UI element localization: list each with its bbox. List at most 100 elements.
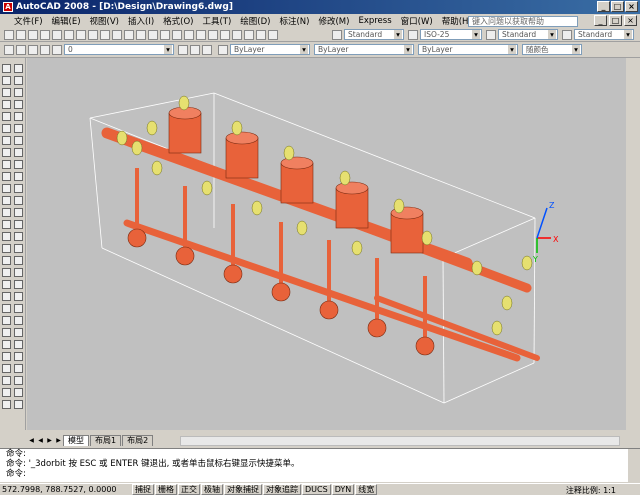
otrack-toggle[interactable]: 对象追踪	[263, 484, 301, 495]
polyline-icon[interactable]	[2, 88, 11, 97]
save-icon[interactable]	[28, 29, 38, 40]
markup-icon[interactable]	[244, 29, 254, 40]
make-current-layer-icon[interactable]	[178, 44, 188, 55]
copy-object-icon[interactable]	[14, 76, 23, 85]
tool-palettes-icon[interactable]	[220, 29, 230, 40]
erase-icon[interactable]	[14, 64, 23, 73]
chamfer-icon[interactable]	[14, 220, 23, 229]
horizontal-scrollbar[interactable]	[180, 436, 620, 446]
tab-model[interactable]: 模型	[63, 435, 89, 446]
osnap-endpoint-icon[interactable]	[2, 316, 11, 325]
break-icon[interactable]	[14, 196, 23, 205]
zoom-window-icon[interactable]	[172, 29, 182, 40]
autocad-app-icon[interactable]: A	[3, 2, 13, 12]
trim-icon[interactable]	[14, 172, 23, 181]
make-block-icon[interactable]	[2, 208, 11, 217]
join-icon[interactable]	[14, 208, 23, 217]
menu-view[interactable]: 视图(V)	[90, 15, 119, 27]
match-properties-icon[interactable]	[112, 29, 122, 40]
intersect-icon[interactable]	[14, 376, 23, 385]
subtract-icon[interactable]	[14, 364, 23, 373]
preview-icon[interactable]	[52, 29, 62, 40]
doc-minimize-button[interactable]: _	[594, 15, 607, 26]
layer-color-icon[interactable]	[52, 44, 62, 55]
circle-icon[interactable]	[2, 136, 11, 145]
tab-prev-arrow-icon[interactable]: ◀	[36, 436, 45, 446]
help-icon[interactable]	[268, 29, 278, 40]
extend-icon[interactable]	[14, 184, 23, 193]
layer-lock-icon[interactable]	[40, 44, 50, 55]
ellipse-icon[interactable]	[2, 172, 11, 181]
spline-icon[interactable]	[2, 160, 11, 169]
menu-file[interactable]: 文件(F)	[14, 15, 43, 27]
snap-toggle[interactable]: 捕捉	[132, 484, 154, 495]
zoom-realtime-icon[interactable]	[160, 29, 170, 40]
copy-icon[interactable]	[88, 29, 98, 40]
lineweight-toggle[interactable]: 线宽	[355, 484, 378, 495]
union-icon[interactable]	[14, 352, 23, 361]
linetype-select[interactable]: ByLayer	[314, 44, 414, 55]
scale-icon[interactable]	[14, 148, 23, 157]
explode-icon[interactable]	[14, 244, 23, 253]
insert-block-icon[interactable]	[2, 196, 11, 205]
menu-tools[interactable]: 工具(T)	[202, 15, 231, 27]
osnap-center-icon[interactable]	[2, 340, 11, 349]
tab-last-arrow-icon[interactable]: ▶	[54, 436, 63, 446]
ducs-toggle[interactable]: DUCS	[302, 484, 331, 495]
layer-sun-icon[interactable]	[28, 44, 38, 55]
hatch-icon[interactable]	[2, 232, 11, 241]
cut-icon[interactable]	[76, 29, 86, 40]
3d-model-pipe-skid[interactable]: Z X Y	[27, 58, 626, 430]
construction-line-icon[interactable]	[2, 76, 11, 85]
menu-draw[interactable]: 绘图(D)	[240, 15, 270, 27]
color-select[interactable]: ByLayer	[230, 44, 310, 55]
move-icon[interactable]	[14, 124, 23, 133]
minimize-button[interactable]: _	[597, 1, 610, 12]
new-icon[interactable]	[4, 29, 14, 40]
doc-close-button[interactable]: ×	[624, 15, 637, 26]
multileader-style-icon[interactable]	[562, 29, 572, 40]
gradient-icon[interactable]	[2, 244, 11, 253]
polar-toggle[interactable]: 极轴	[201, 484, 223, 495]
layer-on-icon[interactable]	[16, 44, 26, 55]
dimension-aligned-icon[interactable]	[14, 400, 23, 409]
rotate-icon[interactable]	[14, 136, 23, 145]
area-icon[interactable]	[2, 304, 11, 313]
table-style-select[interactable]: Standard	[498, 29, 558, 40]
dist-icon[interactable]	[2, 292, 11, 301]
cursor-coordinates[interactable]: 572.7998, 788.7527, 0.0000	[2, 485, 132, 494]
vertical-scrollbar[interactable]	[626, 58, 640, 430]
ortho-toggle[interactable]: 正交	[178, 484, 200, 495]
arc-icon[interactable]	[2, 124, 11, 133]
dyn-toggle[interactable]: DYN	[331, 484, 355, 495]
zoom-previous-icon[interactable]	[184, 29, 194, 40]
osnap-tangent-icon[interactable]	[2, 400, 11, 409]
box-icon[interactable]	[14, 256, 23, 265]
table-icon[interactable]	[2, 268, 11, 277]
rectangle-icon[interactable]	[2, 112, 11, 121]
plot-style-select[interactable]: 随颜色	[522, 44, 582, 55]
doc-restore-button[interactable]: □	[609, 15, 622, 26]
point-icon[interactable]	[2, 220, 11, 229]
osnap-toggle[interactable]: 对象捕捉	[224, 484, 262, 495]
command-scrollbar[interactable]	[628, 449, 640, 483]
offset-icon[interactable]	[14, 100, 23, 109]
dim-style-select[interactable]: ISO-25	[420, 29, 482, 40]
layer-manager-icon[interactable]	[4, 44, 14, 55]
cylinder-icon[interactable]	[14, 280, 23, 289]
extrude-icon[interactable]	[14, 328, 23, 337]
menu-express[interactable]: Express	[358, 16, 391, 26]
model-viewport[interactable]: Z X Y	[27, 58, 626, 430]
layer-previous-icon[interactable]	[190, 44, 200, 55]
paste-icon[interactable]	[100, 29, 110, 40]
osnap-midpoint-icon[interactable]	[2, 328, 11, 337]
command-window[interactable]: 命令: 命令: '_3dorbit 按 ESC 或 ENTER 键退出, 或者单…	[0, 448, 640, 483]
properties-icon[interactable]	[196, 29, 206, 40]
osnap-node-icon[interactable]	[2, 352, 11, 361]
dim-style-icon[interactable]	[408, 29, 418, 40]
osnap-intersection-icon[interactable]	[2, 376, 11, 385]
mirror-icon[interactable]	[14, 88, 23, 97]
polygon-icon[interactable]	[2, 100, 11, 109]
tab-layout1[interactable]: 布局1	[90, 435, 122, 446]
close-button[interactable]: ×	[625, 1, 638, 12]
